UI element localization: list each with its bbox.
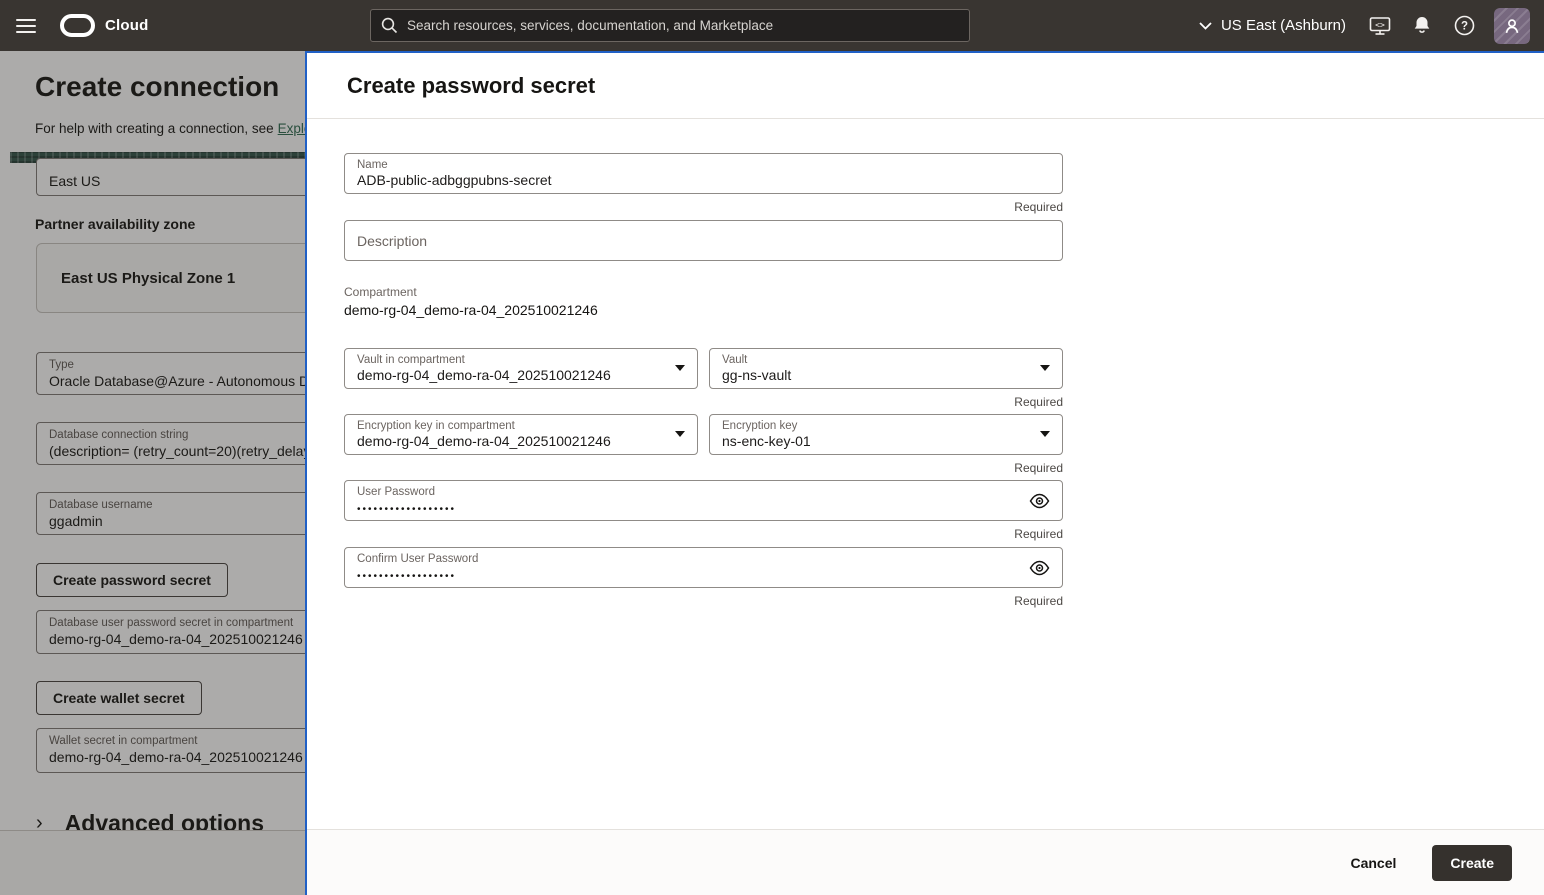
vault-compartment-select[interactable]: Vault in compartment demo-rg-04_demo-ra-… — [344, 348, 698, 389]
encryption-key-compartment-select[interactable]: Encryption key in compartment demo-rg-04… — [344, 414, 698, 455]
global-search[interactable] — [370, 9, 970, 42]
compartment-readonly: Compartment demo-rg-04_demo-ra-04_202510… — [344, 285, 598, 318]
screen: Cloud US East (Ashburn) <> — [0, 0, 1544, 895]
encryption-key-select[interactable]: Encryption key ns-enc-key-01 — [709, 414, 1063, 455]
drawer-footer: Cancel Create — [307, 829, 1544, 895]
chevron-down-icon — [1199, 21, 1212, 30]
topbar-right: US East (Ashburn) <> ? — [1189, 0, 1536, 51]
cloud-shell-icon[interactable]: <> — [1362, 8, 1398, 44]
region-selector[interactable]: US East (Ashburn) — [1189, 17, 1356, 34]
create-button[interactable]: Create — [1432, 844, 1512, 881]
confirm-password-field[interactable]: Confirm User Password •••••••••••••••••• — [344, 547, 1063, 588]
drawer-title: Create password secret — [347, 72, 596, 98]
dropdown-caret-icon — [675, 364, 685, 371]
brand-label: Cloud — [105, 17, 149, 34]
description-field[interactable]: Description — [344, 220, 1063, 261]
topbar: Cloud US East (Ashburn) <> — [0, 0, 1544, 51]
encryption-key-required-hint: Required — [1014, 461, 1063, 475]
dropdown-caret-icon — [675, 430, 685, 437]
create-password-secret-drawer: Create password secret Name ADB-public-a… — [305, 51, 1544, 895]
vault-select[interactable]: Vault gg-ns-vault — [709, 348, 1063, 389]
person-icon — [1505, 18, 1519, 33]
show-password-icon[interactable] — [1029, 493, 1050, 508]
drawer-body: Name ADB-public-adbggpubns-secret Requir… — [307, 120, 1544, 829]
name-required-hint: Required — [1014, 200, 1063, 214]
vault-required-hint: Required — [1014, 395, 1063, 409]
svg-text:<>: <> — [1375, 20, 1385, 29]
user-password-required-hint: Required — [1014, 527, 1063, 541]
svg-text:?: ? — [1460, 21, 1467, 33]
user-password-field[interactable]: User Password •••••••••••••••••• — [344, 480, 1063, 521]
confirm-password-required-hint: Required — [1014, 594, 1063, 608]
search-icon — [381, 17, 398, 34]
drawer-header: Create password secret — [307, 53, 1544, 119]
hamburger-menu-icon[interactable] — [4, 0, 48, 51]
region-label: US East (Ashburn) — [1220, 17, 1346, 34]
user-avatar[interactable] — [1494, 7, 1530, 44]
dropdown-caret-icon — [1040, 364, 1050, 371]
search-input[interactable] — [407, 18, 959, 33]
help-icon[interactable]: ? — [1446, 8, 1482, 44]
notifications-bell-icon[interactable] — [1404, 8, 1440, 44]
dropdown-caret-icon — [1040, 430, 1050, 437]
cancel-button[interactable]: Cancel — [1340, 847, 1406, 879]
show-password-icon[interactable] — [1029, 560, 1050, 575]
oracle-logo-icon[interactable] — [60, 14, 95, 37]
name-field[interactable]: Name ADB-public-adbggpubns-secret — [344, 153, 1063, 194]
